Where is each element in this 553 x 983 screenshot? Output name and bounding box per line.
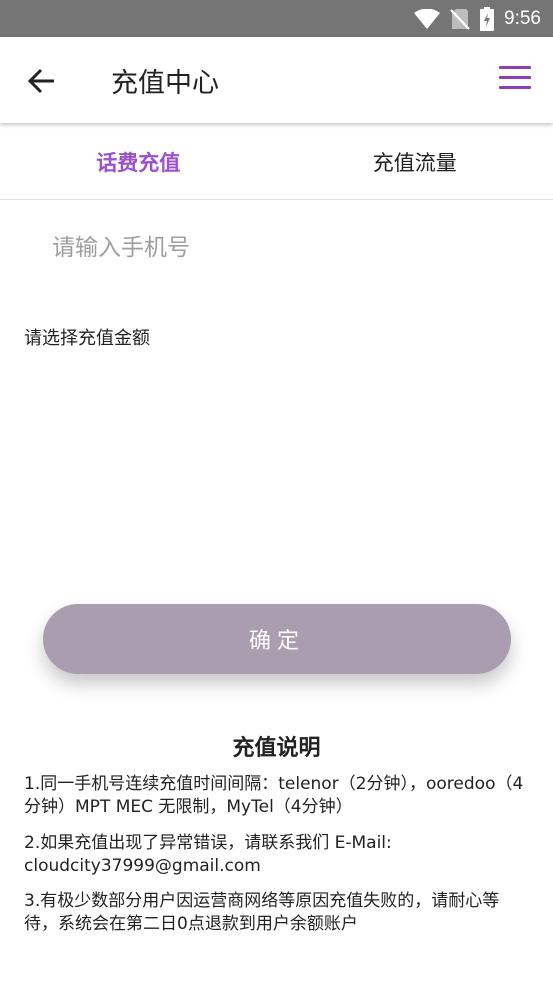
battery-charging-icon [480, 6, 495, 31]
note-item: 3.有极少数部分用户因运营商网络等原因充值失败的，请耐心等待，系统会在第二日0点… [24, 891, 500, 934]
status-bar: 9:56 [0, 0, 553, 37]
wifi-icon [414, 8, 441, 29]
note-item: 1.同一手机号连续充值时间间隔：telenor（2分钟），ooredoo（4分钟… [24, 774, 524, 817]
confirm-button[interactable]: 确定 [43, 604, 511, 674]
status-time: 9:56 [504, 7, 541, 29]
menu-icon [499, 66, 531, 89]
tab-bar: 话费充值 充值流量 [0, 125, 553, 200]
menu-button[interactable] [499, 66, 531, 94]
back-arrow-icon [28, 68, 54, 94]
tab-data-recharge[interactable]: 充值流量 [277, 125, 553, 199]
note-item: 2.如果充值出现了异常错误，请联系我们 E-Mail: cloudcity379… [24, 833, 392, 876]
no-sim-icon [450, 8, 470, 30]
tab-phone-recharge[interactable]: 话费充值 [0, 125, 277, 199]
phone-number-input[interactable] [52, 226, 492, 270]
amount-label: 请选择充值金额 [24, 328, 150, 349]
page-title: 充值中心 [111, 68, 219, 99]
back-button[interactable] [26, 65, 58, 97]
notes-title: 充值说明 [232, 736, 321, 761]
app-bar: 充值中心 [0, 37, 553, 123]
